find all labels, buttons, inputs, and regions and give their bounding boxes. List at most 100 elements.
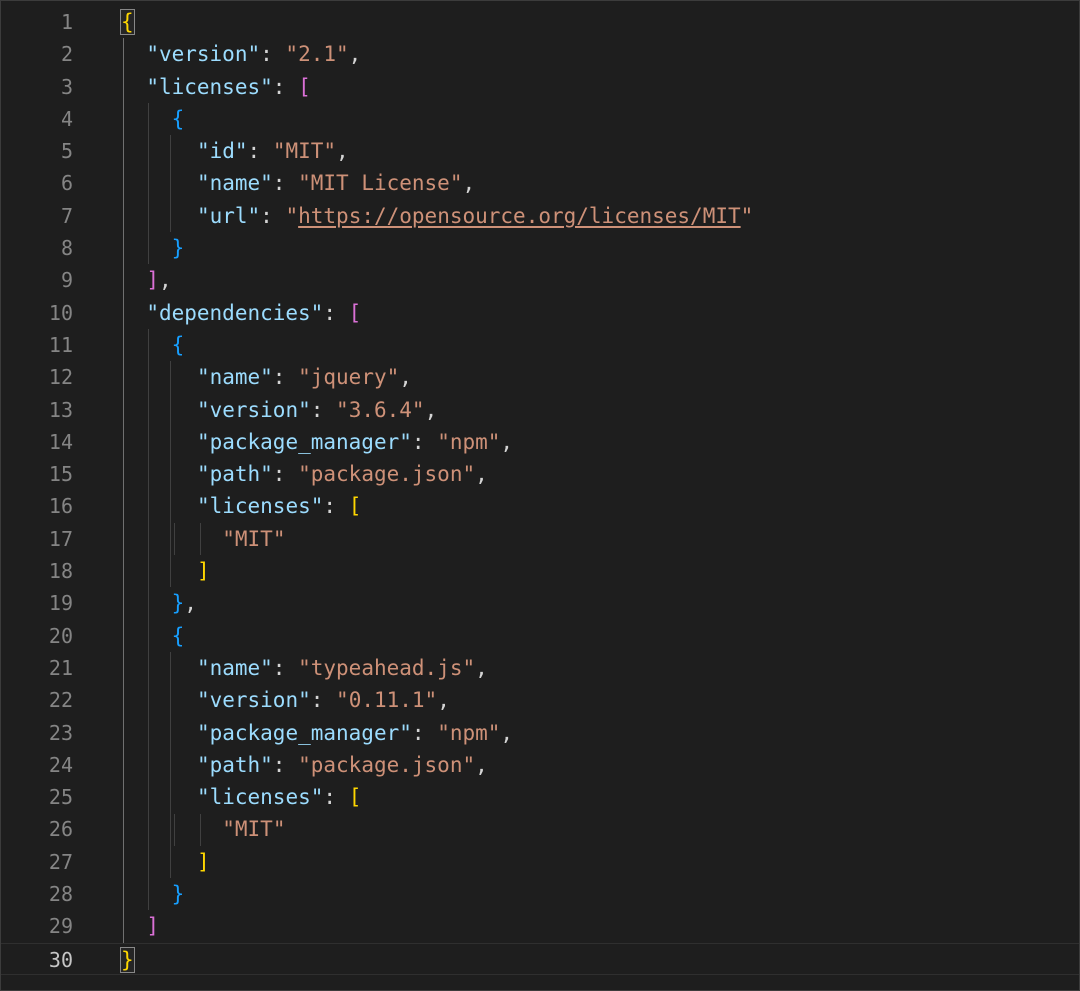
code-line[interactable]: 27 ] [0,846,1080,878]
indent-guide [199,522,201,556]
line-number: 27 [48,849,73,874]
line-number: 26 [48,817,73,842]
code-text[interactable]: ], [121,264,171,296]
code-text[interactable]: { [120,6,135,38]
code-line[interactable]: 8 } [0,232,1080,264]
indent-guide [170,361,172,588]
line-number: 28 [48,882,73,907]
code-line[interactable]: 22 "version": "0.11.1", [0,684,1080,716]
code-area[interactable]: 1{2 "version": "2.1", 3 "licenses": [4 {5… [0,6,1080,975]
code-text[interactable]: "name": "MIT License", [121,167,475,199]
code-text[interactable]: "MIT" [121,813,285,845]
line-number: 20 [48,623,73,648]
code-line[interactable]: 17 "MIT" [0,523,1080,555]
code-text[interactable]: "name": "typeahead.js", [121,652,488,684]
indent-guide [199,813,201,846]
code-line[interactable]: 2 "version": "2.1", [0,38,1080,70]
line-number: 30 [48,947,73,972]
line-number: 4 [60,106,73,131]
code-line[interactable]: 12 "name": "jquery", [0,361,1080,393]
line-number: 17 [48,526,73,551]
code-line[interactable]: 5 "id": "MIT", [0,135,1080,167]
code-line[interactable]: 20 { [0,620,1080,652]
code-line[interactable]: 21 "name": "typeahead.js", [0,652,1080,684]
indent-guide [173,813,175,846]
code-line[interactable]: 29 ] [0,910,1080,942]
line-number: 13 [48,397,73,422]
line-number: 10 [48,300,73,325]
code-text[interactable]: { [121,103,185,135]
code-text[interactable]: "licenses": [ [121,490,361,522]
code-line[interactable]: 15 "path": "package.json", [0,458,1080,490]
line-number: 2 [60,42,73,67]
code-text[interactable]: "name": "jquery", [121,361,412,393]
line-number: 16 [48,494,73,519]
code-line[interactable]: 9 ], [0,264,1080,296]
code-text[interactable]: { [121,620,185,652]
line-number: 25 [48,785,73,810]
code-text[interactable]: ] [121,555,210,587]
line-number: 7 [60,203,73,228]
code-line[interactable]: 4 { [0,103,1080,135]
line-number: 11 [48,332,73,357]
line-number: 3 [60,74,73,99]
code-text[interactable]: ] [121,910,159,942]
line-number: 24 [48,752,73,777]
code-text[interactable]: "package_manager": "npm", [121,426,513,458]
code-text[interactable]: ] [121,846,210,878]
code-text[interactable]: "MIT" [121,523,285,555]
line-number: 23 [48,720,73,745]
code-text[interactable]: "url": "https://opensource.org/licenses/… [121,200,753,232]
code-line[interactable]: 18 ] [0,555,1080,587]
indent-guide [170,135,172,233]
line-number: 9 [60,268,73,293]
code-line[interactable]: 26 "MIT" [0,813,1080,845]
code-line[interactable]: 25 "licenses": [ [0,781,1080,813]
indent-guide [123,38,124,943]
code-text[interactable]: "path": "package.json", [121,458,488,490]
indent-guide [148,102,150,265]
line-number: 14 [48,429,73,454]
code-editor[interactable]: 1{2 "version": "2.1", 3 "licenses": [4 {5… [0,0,1080,991]
code-text[interactable]: "dependencies": [ [121,297,361,329]
code-line[interactable]: 19 }, [0,587,1080,619]
code-text[interactable]: } [120,944,135,976]
line-number: 22 [48,688,73,713]
line-number: 18 [48,559,73,584]
code-line[interactable]: 1{ [0,6,1080,38]
code-text[interactable]: "version": "3.6.4", [121,394,437,426]
indent-guide [148,329,150,911]
code-line[interactable]: 16 "licenses": [ [0,490,1080,522]
line-number: 19 [48,591,73,616]
code-line[interactable]: 30} [0,942,1080,976]
code-text[interactable]: "licenses": [ [121,71,310,103]
code-text[interactable]: "version": "2.1", [121,38,361,70]
code-text[interactable]: "package_manager": "npm", [121,717,513,749]
line-number: 21 [48,655,73,680]
line-number: 15 [48,462,73,487]
code-text[interactable]: "licenses": [ [121,781,361,813]
indent-guide [170,652,172,879]
code-text[interactable]: }, [121,587,197,619]
code-text[interactable]: "id": "MIT", [121,135,349,167]
code-line[interactable]: 23 "package_manager": "npm", [0,717,1080,749]
code-line[interactable]: 7 "url": "https://opensource.org/license… [0,200,1080,232]
code-text[interactable]: { [121,329,185,361]
line-number: 1 [60,10,73,34]
code-line[interactable]: 10 "dependencies": [ [0,297,1080,329]
code-line[interactable]: 24 "path": "package.json", [0,749,1080,781]
code-line[interactable]: 13 "version": "3.6.4", [0,394,1080,426]
code-line[interactable]: 3 "licenses": [ [0,71,1080,103]
code-line[interactable]: 14 "package_manager": "npm", [0,426,1080,458]
line-number: 5 [60,139,73,164]
line-number: 12 [48,365,73,390]
indent-guide [173,522,175,556]
code-text[interactable]: "path": "package.json", [121,749,488,781]
code-text[interactable]: } [121,232,185,264]
code-text[interactable]: } [121,878,185,910]
line-number: 29 [48,914,73,939]
code-line[interactable]: 6 "name": "MIT License", [0,167,1080,199]
code-line[interactable]: 11 { [0,329,1080,361]
line-number: 8 [60,236,73,261]
code-line[interactable]: 28 } [0,878,1080,910]
